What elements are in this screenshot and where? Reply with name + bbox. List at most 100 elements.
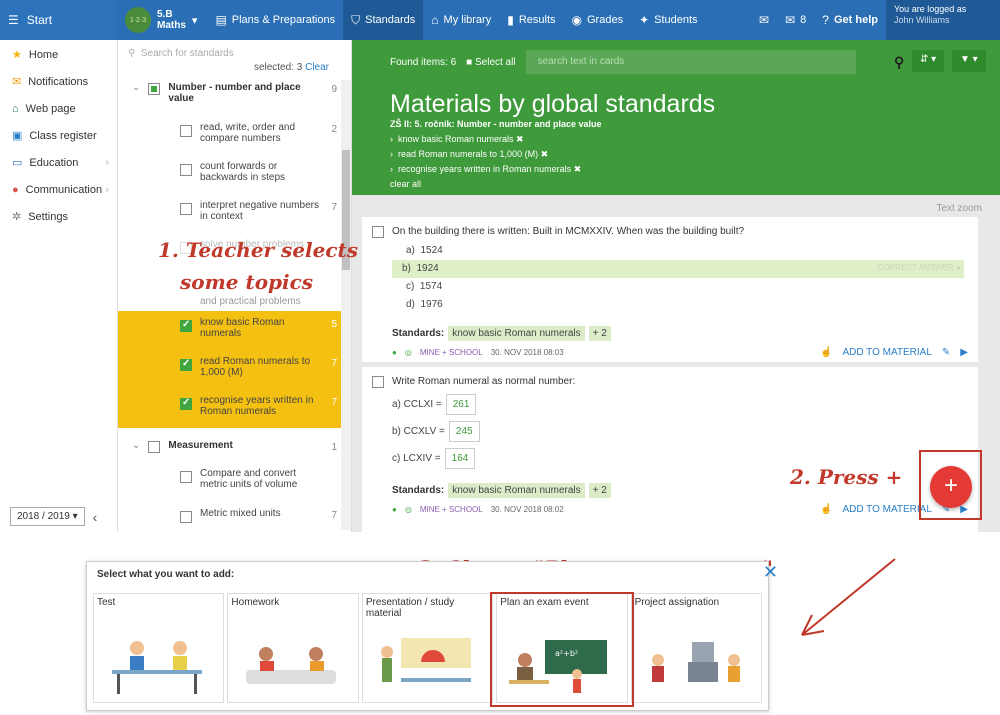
sidebar-label: Notifications — [28, 75, 89, 88]
clear-all-link[interactable]: clear all — [390, 177, 962, 192]
leaf-checkbox[interactable] — [180, 203, 192, 215]
help-label: Get help — [833, 14, 878, 26]
search-icon[interactable]: ⚲ — [886, 50, 912, 72]
nav-students[interactable]: ✦ Students — [631, 0, 705, 40]
found-count: Found items: 6 — [390, 56, 457, 68]
tile-label: Project assignation — [634, 597, 720, 608]
nav-grades[interactable]: ◉ Grades — [564, 0, 632, 40]
envelope-icon: ✉ — [785, 13, 796, 27]
card-checkbox[interactable] — [372, 226, 384, 238]
collapse-sidebar-icon[interactable]: ‹ — [93, 509, 98, 525]
standard-leaf[interactable]: read, write, order and compare numbers 2 — [118, 116, 351, 155]
leaf-checkbox[interactable] — [180, 125, 192, 137]
sidebar-item-communication[interactable]: ● Communication › — [0, 176, 117, 203]
nav-grades-label: Grades — [587, 14, 624, 26]
leaf-checkbox-checked[interactable] — [180, 358, 192, 371]
leaf-checkbox[interactable] — [180, 511, 192, 523]
clear-link[interactable]: Clear — [305, 62, 329, 73]
chevron-right-icon: › — [105, 183, 109, 196]
group-checkbox[interactable] — [148, 83, 161, 95]
card-checkbox[interactable] — [372, 376, 384, 388]
tag-icon: ● — [392, 348, 397, 357]
year-select[interactable]: 2018 / 2019 ▾ — [10, 507, 85, 526]
fill-answer[interactable]: 245 — [448, 421, 480, 442]
card-date: 30. NOV 2018 08:02 — [490, 505, 564, 514]
annotation-arrow — [801, 558, 896, 636]
edit-icon[interactable]: ✎ — [942, 347, 950, 358]
standard-leaf-selected[interactable]: recognise years written in Roman numeral… — [118, 389, 351, 428]
leaf-checkbox[interactable] — [180, 471, 192, 483]
more-standards-tag[interactable]: + 2 — [588, 483, 611, 498]
standard-tag[interactable]: know basic Roman numerals — [448, 326, 585, 341]
leaf-label: Compare and convert metric units of volu… — [200, 468, 298, 490]
standards-search[interactable]: ⚲ Search for standards selected: 3 Clear — [118, 40, 351, 76]
class-selector[interactable]: 1·2·3 5.B Maths ▾ — [115, 0, 207, 40]
card-question: On the building there is written: Built … — [392, 226, 745, 237]
add-to-material-button[interactable]: ☝ ADD TO MATERIAL ✎ ▶ — [820, 347, 968, 358]
card-meta: ● ◎ MINE + SCHOOL 30. NOV 2018 08:03 ☝ ADD TO… — [372, 347, 968, 358]
selection-info: selected: 3 Clear — [254, 62, 329, 73]
nav-results[interactable]: ▮ Results — [499, 0, 563, 40]
tile-homework[interactable]: Homework — [227, 593, 359, 703]
sidebar-item-webpage[interactable]: ⌂ Web page — [0, 95, 117, 122]
group-count: 9 — [331, 84, 337, 95]
leaf-checkbox-checked[interactable] — [180, 319, 192, 332]
sort-icon: ⇵ ▾ — [920, 54, 937, 65]
sort-button[interactable]: ⇵ ▾ — [912, 50, 945, 72]
app-window: ☰ Start 1·2·3 5.B Maths ▾ ▤ Plans & Prepara… — [0, 0, 1000, 532]
tile-label: Homework — [231, 597, 280, 608]
standard-tag[interactable]: know basic Roman numerals — [448, 483, 585, 498]
standard-group-number[interactable]: ⌄ Number - number and place value 9 — [118, 76, 351, 116]
messages-button[interactable]: ✉ 8 — [777, 0, 814, 40]
fill-answer[interactable]: 261 — [445, 394, 477, 415]
filter-chip[interactable]: › know basic Roman numerals ✖ — [390, 132, 962, 147]
nav-students-label: Students — [654, 14, 698, 26]
filter-chip[interactable]: › read Roman numerals to 1,000 (M) ✖ — [390, 147, 962, 162]
sidebar-item-settings[interactable]: ✲ Settings — [0, 203, 117, 230]
standards-scrollbar[interactable] — [341, 80, 351, 530]
sidebar-item-notifications[interactable]: ✉ Notifications — [0, 68, 117, 95]
sidebar-item-class-register[interactable]: ▣ Class register — [0, 122, 117, 149]
tile-label: Test — [97, 597, 116, 608]
play-icon[interactable]: ▶ — [960, 347, 968, 358]
select-all[interactable]: ■ Select all — [466, 57, 515, 68]
tile-presentation[interactable]: Presentation / study material — [361, 593, 494, 703]
group-checkbox[interactable] — [148, 441, 161, 453]
main-content: Found items: 6 ■ Select all search text … — [352, 40, 1000, 532]
user-menu[interactable]: You are logged as John Williams — [886, 0, 1000, 40]
fill-answer[interactable]: 164 — [444, 448, 476, 469]
sidebar-label: Web page — [25, 102, 76, 115]
start-button[interactable]: ☰ Start — [0, 0, 115, 40]
nav-library[interactable]: ⌂ My library — [423, 0, 499, 40]
standard-leaf-selected[interactable]: know basic Roman numerals 5 — [118, 311, 351, 350]
nav-plans[interactable]: ▤ Plans & Preparations — [207, 0, 343, 40]
thumbs-up-icon: ☝ — [819, 504, 833, 515]
standard-leaf[interactable]: count forwards or backwards in steps — [118, 155, 351, 194]
standard-leaf[interactable]: Compare and convert metric units of volu… — [118, 462, 351, 502]
text-zoom[interactable]: Text zoom — [936, 203, 982, 214]
more-standards-tag[interactable]: + 2 — [588, 326, 611, 341]
library-icon: ⌂ — [431, 13, 439, 27]
filter-button[interactable]: ▼ ▾ — [952, 50, 986, 72]
leaf-checkbox-checked[interactable] — [180, 397, 192, 410]
card-search-input[interactable]: search text in cards — [525, 50, 856, 74]
nav-standards[interactable]: ⛉ Standards — [343, 0, 424, 40]
standard-leaf[interactable]: interpret negative numbers in context 7 — [118, 194, 351, 233]
tile-project-assignation[interactable]: Project assignation — [630, 593, 763, 703]
standard-leaf[interactable]: Metric mixed units 7 — [118, 502, 351, 532]
leaf-checkbox[interactable] — [180, 164, 192, 176]
register-icon: ▣ — [12, 130, 23, 142]
sidebar-item-home[interactable]: ★ Home — [0, 41, 117, 68]
tile-test[interactable]: Test — [93, 593, 225, 703]
close-icon[interactable]: ✕ — [763, 562, 778, 583]
chat-button[interactable]: ✉ — [751, 0, 777, 40]
filter-chip[interactable]: › recognise years written in Roman numer… — [390, 162, 962, 177]
standard-leaf-selected[interactable]: read Roman numerals to 1,000 (M) 7 — [118, 350, 351, 389]
house-icon: ⌂ — [12, 102, 19, 115]
annotation-step2: 2. Press + — [790, 465, 903, 489]
help-button[interactable]: ? Get help — [814, 0, 886, 40]
standard-group-measurement[interactable]: ⌄ Measurement 1 — [118, 428, 351, 462]
sidebar-item-education[interactable]: ▭ Education › — [0, 149, 117, 176]
answer-option: a) 1524 — [372, 242, 968, 260]
filter-icon: ▼ ▾ — [960, 54, 978, 65]
